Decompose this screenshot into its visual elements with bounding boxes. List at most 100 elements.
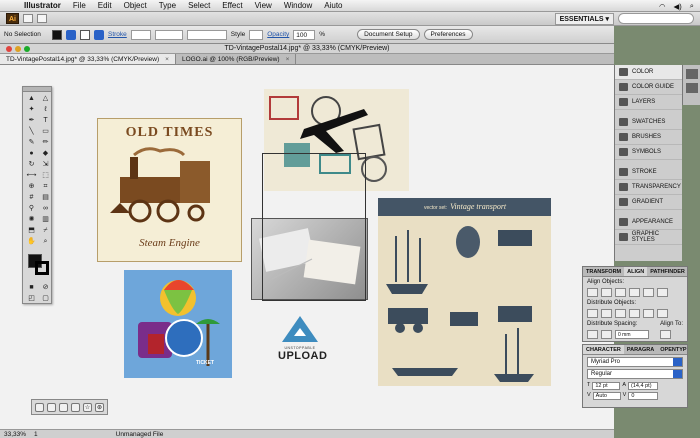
brush-definition-field[interactable]: [186, 29, 227, 40]
dock-item-swatches[interactable]: SWATCHES: [615, 115, 682, 130]
menu-type[interactable]: Type: [159, 1, 176, 10]
tear-off-button-3[interactable]: [59, 402, 68, 412]
hand-tool-icon[interactable]: ✋: [25, 237, 38, 247]
distribute-hcenter-button[interactable]: [643, 309, 654, 318]
zoom-tool-icon[interactable]: ⌕: [39, 237, 52, 247]
stroke-color-box[interactable]: [35, 261, 49, 275]
graph-tool-icon[interactable]: ▥: [39, 215, 52, 225]
free-transform-tool-icon[interactable]: ⬚: [39, 171, 52, 181]
gradient-tool-icon[interactable]: ▤: [39, 193, 52, 203]
tab-align[interactable]: ALIGN: [624, 267, 648, 276]
zoom-level[interactable]: 33,33%: [4, 430, 26, 438]
tear-off-button-2[interactable]: [47, 402, 56, 412]
dock-item-gradient[interactable]: GRADIENT: [615, 195, 682, 210]
align-hcenter-button[interactable]: [601, 288, 612, 297]
tear-off-button-4[interactable]: [71, 402, 80, 412]
align-to-dropdown[interactable]: [660, 330, 671, 339]
screen-mode-icon[interactable]: ▢: [39, 294, 52, 304]
artboard-tool-icon[interactable]: ⬒: [25, 226, 38, 236]
font-size-field[interactable]: 12 pt: [592, 382, 621, 390]
fill-swatch[interactable]: [52, 29, 62, 40]
variable-width-field[interactable]: [154, 29, 183, 40]
help-search-input[interactable]: [618, 13, 694, 24]
lasso-tool-icon[interactable]: ℓ: [39, 105, 52, 115]
distribute-right-button[interactable]: [657, 309, 668, 318]
rectangle-tool-icon[interactable]: ▭: [39, 127, 52, 137]
tab-logo[interactable]: LOGO.ai @ 100% (RGB/Preview) ×: [176, 54, 297, 64]
dock-item-graphic-styles[interactable]: GRAPHIC STYLES: [615, 230, 682, 245]
spotlight-icon[interactable]: ⌕: [690, 1, 694, 11]
dock-item-color-guide[interactable]: COLOR GUIDE: [615, 80, 682, 95]
dock-item-layers[interactable]: LAYERS: [615, 95, 682, 110]
menu-app[interactable]: Illustrator: [24, 1, 61, 10]
stroke-weight-field[interactable]: [130, 29, 151, 40]
spacing-vertical-button[interactable]: [587, 330, 598, 339]
none-mode-icon[interactable]: ⊘: [39, 283, 52, 293]
collapsed-panel-icon[interactable]: [686, 83, 698, 93]
shape-builder-tool-icon[interactable]: ⊕: [25, 182, 38, 192]
scale-tool-icon[interactable]: ⇲: [39, 160, 52, 170]
close-tab-icon[interactable]: ×: [286, 56, 290, 63]
tab-transform[interactable]: TRANSFORM: [583, 267, 624, 276]
pen-tool-icon[interactable]: ✒: [25, 116, 38, 126]
dock-item-symbols[interactable]: SYMBOLS: [615, 145, 682, 160]
apple-menu-icon[interactable]: [6, 1, 16, 11]
dock-item-brushes[interactable]: BRUSHES: [615, 130, 682, 145]
magic-wand-tool-icon[interactable]: ✦: [25, 105, 38, 115]
opacity-label[interactable]: Opacity: [267, 31, 289, 38]
tab-opentype[interactable]: OPENTYP: [657, 345, 689, 354]
menu-help[interactable]: Aiuto: [324, 1, 342, 10]
document-setup-button[interactable]: Document Setup: [357, 29, 420, 40]
line-tool-icon[interactable]: ╲: [25, 127, 38, 137]
stroke-label[interactable]: Stroke: [108, 31, 127, 38]
tracking-field[interactable]: 0: [628, 392, 659, 400]
bridge-button[interactable]: [23, 14, 33, 23]
leading-field[interactable]: (14,4 pt): [628, 382, 659, 390]
old-times-artwork[interactable]: OLD TIMES Steam Engine: [97, 118, 242, 262]
dock-item-color[interactable]: COLOR: [615, 65, 682, 80]
align-left-button[interactable]: [587, 288, 598, 297]
zoom-window-icon[interactable]: [24, 46, 30, 52]
paintbrush-tool-icon[interactable]: ✎: [25, 138, 38, 148]
distribute-bottom-button[interactable]: [615, 309, 626, 318]
distribute-vcenter-button[interactable]: [601, 309, 612, 318]
menu-select[interactable]: Select: [188, 1, 210, 10]
menu-effect[interactable]: Effect: [222, 1, 242, 10]
dock-item-transparency[interactable]: TRANSPARENCY: [615, 180, 682, 195]
volume-icon[interactable]: ◀): [674, 2, 682, 11]
distribute-left-button[interactable]: [629, 309, 640, 318]
workspace-switcher[interactable]: ESSENTIALS ▾: [554, 13, 614, 25]
dock-item-appearance[interactable]: APPEARANCE: [615, 215, 682, 230]
arrange-documents-button[interactable]: [37, 14, 47, 23]
tab-paragraph[interactable]: PARAGRA: [624, 345, 657, 354]
color-mode-icon[interactable]: ■: [25, 283, 38, 293]
tab-pathfinder[interactable]: PATHFINDER: [647, 267, 688, 276]
stroke-swatch[interactable]: [80, 29, 90, 40]
width-tool-icon[interactable]: ⟷: [25, 171, 38, 181]
tab-vintage-postal[interactable]: TD-VintagePostal14.jpg* @ 33,33% (CMYK/P…: [0, 54, 176, 64]
tear-off-button-1[interactable]: [35, 402, 44, 412]
opacity-field[interactable]: 100: [293, 29, 316, 40]
dock-item-stroke[interactable]: STROKE: [615, 165, 682, 180]
rotate-tool-icon[interactable]: ↻: [25, 160, 38, 170]
selection-tool-icon[interactable]: ▲: [25, 94, 38, 104]
align-vcenter-button[interactable]: [643, 288, 654, 297]
star-tool-icon[interactable]: ☆: [83, 402, 92, 412]
fill-stroke-control[interactable]: [25, 252, 49, 278]
blend-tool-icon[interactable]: ∞: [39, 204, 52, 214]
postal-stamps-artwork[interactable]: [264, 89, 409, 191]
menu-file[interactable]: File: [73, 1, 86, 10]
style-field[interactable]: [249, 29, 264, 40]
letters-photo[interactable]: [251, 218, 368, 300]
perspective-grid-tool-icon[interactable]: ⌗: [39, 182, 52, 192]
menu-view[interactable]: View: [255, 1, 272, 10]
menu-window[interactable]: Window: [284, 1, 312, 10]
symbol-sprayer-tool-icon[interactable]: ✺: [25, 215, 38, 225]
menu-object[interactable]: Object: [124, 1, 147, 10]
close-window-icon[interactable]: [6, 46, 12, 52]
align-bottom-button[interactable]: [657, 288, 668, 297]
slice-tool-icon[interactable]: ⌿: [39, 226, 52, 236]
minimize-window-icon[interactable]: [15, 46, 21, 52]
mesh-tool-icon[interactable]: #: [25, 193, 38, 203]
spacing-field[interactable]: 0 mm: [615, 330, 649, 339]
